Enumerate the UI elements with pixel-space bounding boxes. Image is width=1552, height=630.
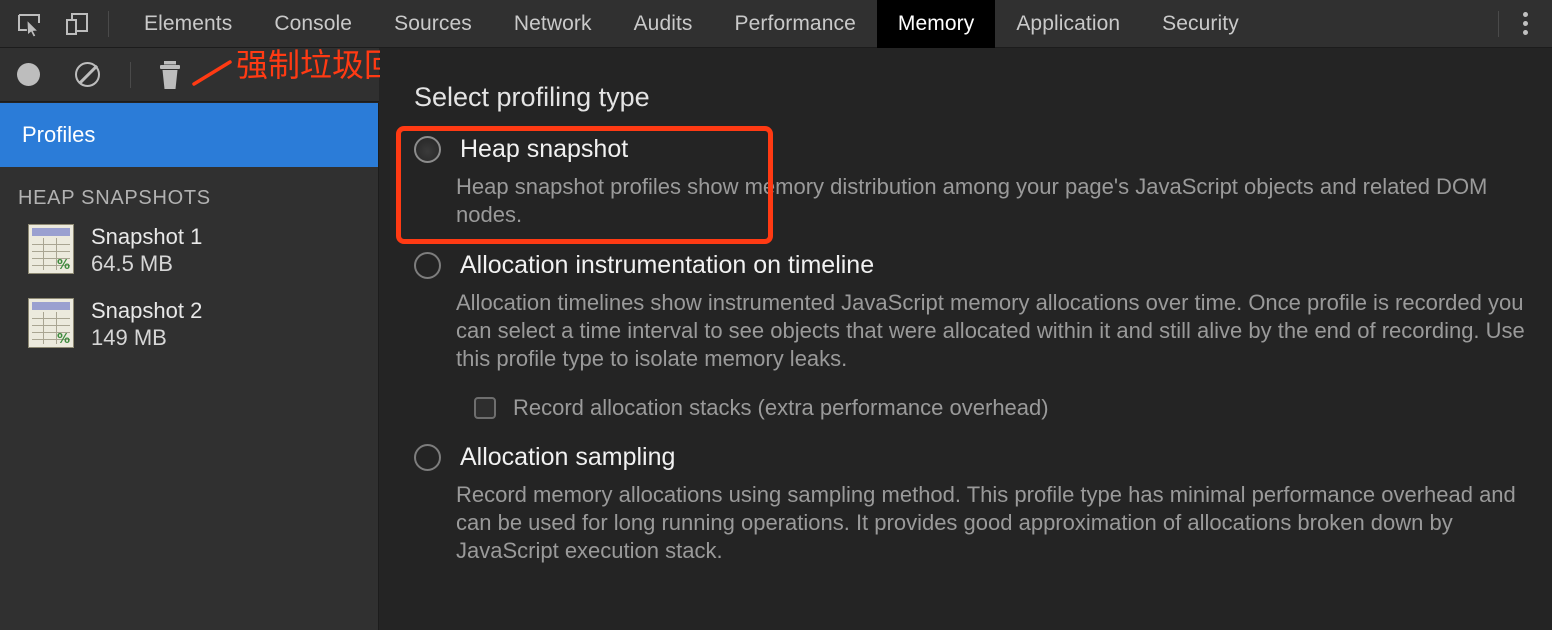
tab-performance[interactable]: Performance [714,0,877,48]
record-button[interactable] [17,63,40,86]
snapshot-info: Snapshot 2 149 MB [91,298,202,352]
snapshot-file-icon: % [28,298,74,348]
device-toolbar-icon[interactable] [60,7,94,41]
tab-network[interactable]: Network [493,0,613,48]
devtools-tabbar: Elements Console Sources Network Audits … [0,0,1552,48]
tabbar-tool-icons [0,7,94,41]
profiles-sidebar: Profiles HEAP SNAPSHOTS % Snapshot 1 64.… [0,103,379,630]
snapshot-size: 64.5 MB [91,251,173,276]
option-description: Heap snapshot profiles show memory distr… [456,174,1488,227]
snapshot-title: Snapshot 2 [91,298,203,323]
snapshot-info: Snapshot 1 64.5 MB [91,224,202,278]
snapshot-title: Snapshot 1 [91,224,203,249]
tab-sources[interactable]: Sources [373,0,493,48]
sidebar-item-profiles[interactable]: Profiles [0,103,378,167]
tab-security[interactable]: Security [1141,0,1260,48]
profiling-option-heap-snapshot[interactable]: Heap snapshot Heap snapshot profiles sho… [380,135,1552,229]
record-allocation-stacks-row[interactable]: Record allocation stacks (extra performa… [474,395,1552,421]
devtools-tabs: Elements Console Sources Network Audits … [123,0,1260,48]
tabbar-right-divider [1498,10,1499,37]
option-label: Allocation sampling [460,443,676,471]
inspect-element-icon[interactable] [12,7,46,41]
option-description: Record memory allocations using sampling… [456,482,1516,563]
snapshot-file-icon: % [28,224,74,274]
option-header: Allocation instrumentation on timeline [414,251,1552,280]
tab-console[interactable]: Console [253,0,373,48]
collect-garbage-icon[interactable] [153,58,187,92]
heap-snapshots-section-label: HEAP SNAPSHOTS [18,187,211,209]
radio-allocation-sampling[interactable] [414,444,441,471]
more-options-icon[interactable] [1513,4,1538,43]
toolbar-divider [130,61,131,88]
profiling-option-allocation-instrumentation[interactable]: Allocation instrumentation on timeline A… [380,251,1552,421]
option-header: Allocation sampling [414,443,1552,472]
option-header: Heap snapshot [414,135,1552,164]
list-item[interactable]: % Snapshot 2 149 MB [0,288,378,362]
option-label: Allocation instrumentation on timeline [460,251,875,279]
checkbox-record-allocation-stacks[interactable] [474,397,496,419]
radio-allocation-instrumentation[interactable] [414,252,441,279]
clear-all-profiles-icon[interactable] [75,62,100,87]
profiles-label: Profiles [22,122,96,147]
profiling-type-panel: Select profiling type Heap snapshot Heap… [380,48,1552,630]
option-label: Heap snapshot [460,135,629,163]
profiling-option-allocation-sampling[interactable]: Allocation sampling Record memory alloca… [380,443,1552,565]
tabbar-right-area [1484,4,1552,43]
radio-heap-snapshot[interactable] [414,136,441,163]
list-item[interactable]: % Snapshot 1 64.5 MB [0,214,378,288]
tab-elements[interactable]: Elements [123,0,253,48]
devtools-window: Elements Console Sources Network Audits … [0,0,1552,630]
tab-audits[interactable]: Audits [613,0,714,48]
tab-application[interactable]: Application [995,0,1141,48]
tabbar-divider [108,10,109,37]
snapshot-size: 149 MB [91,325,167,350]
snapshot-percent-glyph: % [56,332,70,347]
snapshot-percent-glyph: % [56,258,70,273]
tab-memory[interactable]: Memory [876,0,996,48]
checkbox-label: Record allocation stacks (extra performa… [513,395,1049,420]
page-title: Select profiling type [414,82,650,112]
option-description: Allocation timelines show instrumented J… [456,290,1525,371]
